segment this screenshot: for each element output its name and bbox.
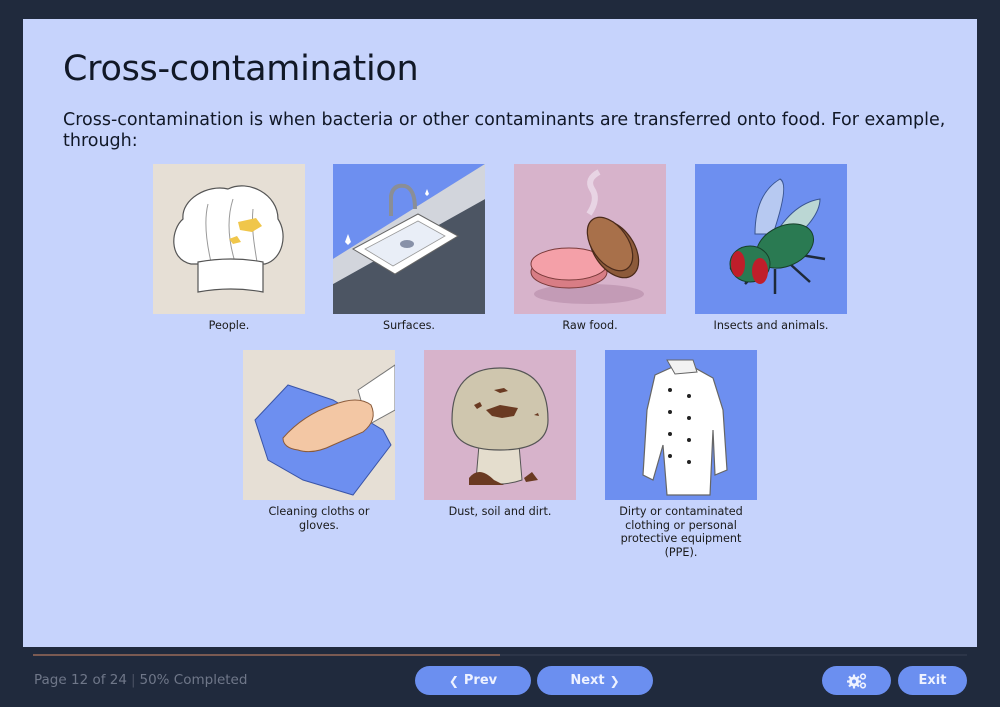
item-caption: Surfaces. [382, 319, 435, 332]
item-caption: Cleaning cloths or gloves. [268, 505, 370, 532]
chevron-left-icon: ❮ [448, 673, 459, 688]
next-button[interactable]: Next ❯ [537, 666, 653, 695]
item-surfaces: Surfaces. [333, 164, 485, 333]
exit-button[interactable]: Exit [898, 666, 967, 695]
chevron-right-icon: ❯ [609, 673, 620, 688]
fly-image [695, 164, 847, 314]
exit-label: Exit [918, 673, 947, 688]
chef-jacket-image [605, 350, 757, 500]
page-title: Cross-contamination [63, 49, 419, 89]
item-dust-soil: Dust, soil and dirt. [424, 350, 576, 519]
progress-percent: 50% Completed [139, 672, 248, 688]
page-indicator: Page 12 of 24 [34, 672, 127, 688]
progress-fill [33, 654, 500, 656]
item-dirty-clothing: Dirty or contaminated clothing or person… [605, 350, 757, 559]
item-caption: Raw food. [562, 319, 618, 332]
gears-icon [846, 672, 866, 689]
chef-hat-image [153, 164, 305, 314]
burger-patties-image [514, 164, 666, 314]
status-text: Page 12 of 24 | 50% Completed [34, 672, 247, 688]
item-raw-food: Raw food. [514, 164, 666, 333]
item-caption: Dust, soil and dirt. [448, 505, 552, 518]
item-caption: People. [208, 319, 250, 332]
next-label: Next [570, 673, 605, 688]
item-cleaning-cloths: Cleaning cloths or gloves. [243, 350, 395, 532]
content-panel: Cross-contamination Cross-contamination … [23, 19, 977, 647]
item-people: People. [153, 164, 305, 333]
prev-label: Prev [463, 673, 498, 688]
prev-button[interactable]: ❮ Prev [415, 666, 531, 695]
hand-cloth-image [243, 350, 395, 500]
mushroom-image [424, 350, 576, 500]
item-caption: Insects and animals. [713, 319, 829, 332]
item-insects: Insects and animals. [695, 164, 847, 333]
intro-text: Cross-contamination is when bacteria or … [63, 110, 946, 151]
sink-image [333, 164, 485, 314]
settings-button[interactable] [822, 666, 891, 695]
item-caption: Dirty or contaminated clothing or person… [619, 505, 743, 559]
status-separator: | [130, 672, 136, 688]
